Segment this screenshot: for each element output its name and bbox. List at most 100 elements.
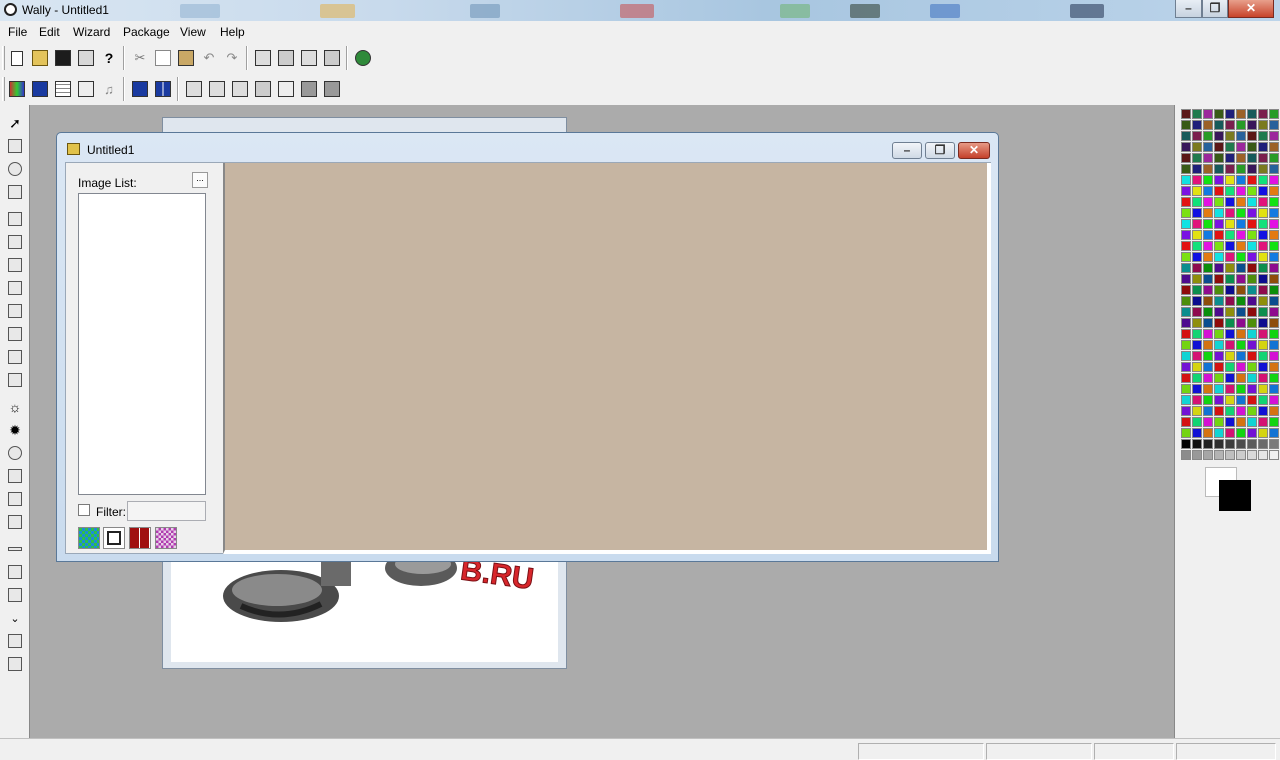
palette-swatch[interactable]	[1181, 274, 1191, 284]
palette-swatch[interactable]	[1214, 373, 1224, 383]
tint-tool-icon[interactable]	[4, 443, 26, 463]
palette-swatch[interactable]	[1225, 395, 1235, 405]
palette-swatch[interactable]	[1181, 296, 1191, 306]
filter-checkbox[interactable]	[78, 504, 90, 516]
palette-swatch[interactable]	[1192, 131, 1202, 141]
color-grid-icon[interactable]	[129, 527, 151, 549]
sharpen-tool-icon[interactable]	[4, 489, 26, 509]
package-icon-1[interactable]	[252, 47, 274, 69]
palette-swatch[interactable]	[1203, 263, 1213, 273]
palette-swatch[interactable]	[1247, 296, 1257, 306]
palette-swatch[interactable]	[1236, 109, 1246, 119]
palette-swatch[interactable]	[1258, 373, 1268, 383]
palette-swatch[interactable]	[1258, 175, 1268, 185]
palette-swatch[interactable]	[1269, 362, 1279, 372]
palette-swatch[interactable]	[1236, 384, 1246, 394]
palette-swatch[interactable]	[1203, 186, 1213, 196]
palette-swatch[interactable]	[1181, 428, 1191, 438]
hline-tool-icon[interactable]	[4, 539, 26, 559]
palette-swatch[interactable]	[1269, 109, 1279, 119]
image-list[interactable]	[78, 193, 206, 495]
palette-swatch[interactable]	[1181, 164, 1191, 174]
paste-icon[interactable]	[175, 47, 197, 69]
palette-swatch[interactable]	[1192, 120, 1202, 130]
child-minimize-button[interactable]: –	[892, 142, 922, 159]
palette-swatch[interactable]	[1203, 131, 1213, 141]
palette-swatch[interactable]	[1258, 208, 1268, 218]
palette-swatch[interactable]	[1225, 263, 1235, 273]
palette-swatch[interactable]	[1181, 219, 1191, 229]
palette-swatch[interactable]	[1258, 142, 1268, 152]
palette-swatch[interactable]	[1225, 131, 1235, 141]
gun-tool-icon[interactable]	[4, 585, 26, 605]
palette-swatch[interactable]	[1269, 307, 1279, 317]
palette-swatch[interactable]	[1247, 362, 1257, 372]
palette-swatch[interactable]	[1214, 406, 1224, 416]
palette-swatch[interactable]	[1247, 142, 1257, 152]
palette-swatch[interactable]	[1214, 362, 1224, 372]
pencil-tool-icon[interactable]	[4, 209, 26, 229]
palette-swatch[interactable]	[1203, 219, 1213, 229]
palette-swatch[interactable]	[1269, 120, 1279, 130]
flip-icon[interactable]	[206, 78, 228, 100]
palette-swatch[interactable]	[1192, 450, 1202, 460]
palette-swatch[interactable]	[1214, 395, 1224, 405]
palette-swatch[interactable]	[1203, 208, 1213, 218]
palette-swatch[interactable]	[1203, 197, 1213, 207]
palette-swatch[interactable]	[1225, 285, 1235, 295]
palette-swatch[interactable]	[1192, 274, 1202, 284]
palette-swatch[interactable]	[1269, 219, 1279, 229]
tile-single-icon[interactable]	[129, 78, 151, 100]
globe-icon[interactable]	[352, 47, 374, 69]
palette-swatch[interactable]	[1181, 241, 1191, 251]
browse-button[interactable]: ...	[192, 172, 208, 188]
zoom-tool-icon[interactable]	[4, 159, 26, 179]
palette-swatch[interactable]	[1203, 340, 1213, 350]
palette-swatch[interactable]	[1214, 428, 1224, 438]
palette-swatch[interactable]	[1181, 109, 1191, 119]
palette-swatch[interactable]	[1236, 417, 1246, 427]
ruler-tool-icon[interactable]	[4, 136, 26, 156]
pattern-tool-icon[interactable]	[4, 631, 26, 651]
palette-swatch[interactable]	[1247, 307, 1257, 317]
palette-swatch[interactable]	[1181, 340, 1191, 350]
palette-swatch[interactable]	[1225, 175, 1235, 185]
palette-swatch[interactable]	[1247, 340, 1257, 350]
menu-edit[interactable]: Edit	[39, 25, 60, 39]
palette-swatch[interactable]	[1247, 263, 1257, 273]
palette-swatch[interactable]	[1214, 307, 1224, 317]
palette-swatch[interactable]	[1192, 175, 1202, 185]
palette-swatch[interactable]	[1247, 384, 1257, 394]
palette-swatch[interactable]	[1269, 175, 1279, 185]
palette-swatch[interactable]	[1214, 131, 1224, 141]
palette-swatch[interactable]	[1269, 153, 1279, 163]
palette-swatch[interactable]	[1192, 263, 1202, 273]
palette-swatch[interactable]	[1247, 329, 1257, 339]
palette-swatch[interactable]	[1203, 153, 1213, 163]
palette-swatch[interactable]	[1236, 241, 1246, 251]
palette-swatch[interactable]	[1192, 307, 1202, 317]
palette-swatch[interactable]	[1269, 450, 1279, 460]
palette-swatch[interactable]	[1181, 142, 1191, 152]
palette-swatch[interactable]	[1247, 318, 1257, 328]
palette-swatch[interactable]	[1203, 252, 1213, 262]
palette-swatch[interactable]	[1203, 175, 1213, 185]
palette-swatch[interactable]	[1181, 450, 1191, 460]
palette-swatch[interactable]	[1236, 318, 1246, 328]
palette-swatch[interactable]	[1247, 373, 1257, 383]
texture-tool-icon[interactable]	[4, 654, 26, 674]
palette-swatch[interactable]	[1181, 175, 1191, 185]
palette-swatch[interactable]	[1214, 164, 1224, 174]
palette-swatch[interactable]	[1181, 285, 1191, 295]
mirror-icon[interactable]	[229, 78, 251, 100]
palette-swatch[interactable]	[1214, 340, 1224, 350]
palette-view-icon[interactable]	[6, 78, 28, 100]
palette-swatch[interactable]	[1181, 252, 1191, 262]
palette-swatch[interactable]	[1225, 417, 1235, 427]
palette-swatch[interactable]	[1225, 362, 1235, 372]
package-icon-2[interactable]	[275, 47, 297, 69]
palette-swatch[interactable]	[1203, 164, 1213, 174]
filmstrip-icon[interactable]	[103, 527, 125, 549]
palette-swatch[interactable]	[1247, 208, 1257, 218]
palette-swatch[interactable]	[1203, 109, 1213, 119]
